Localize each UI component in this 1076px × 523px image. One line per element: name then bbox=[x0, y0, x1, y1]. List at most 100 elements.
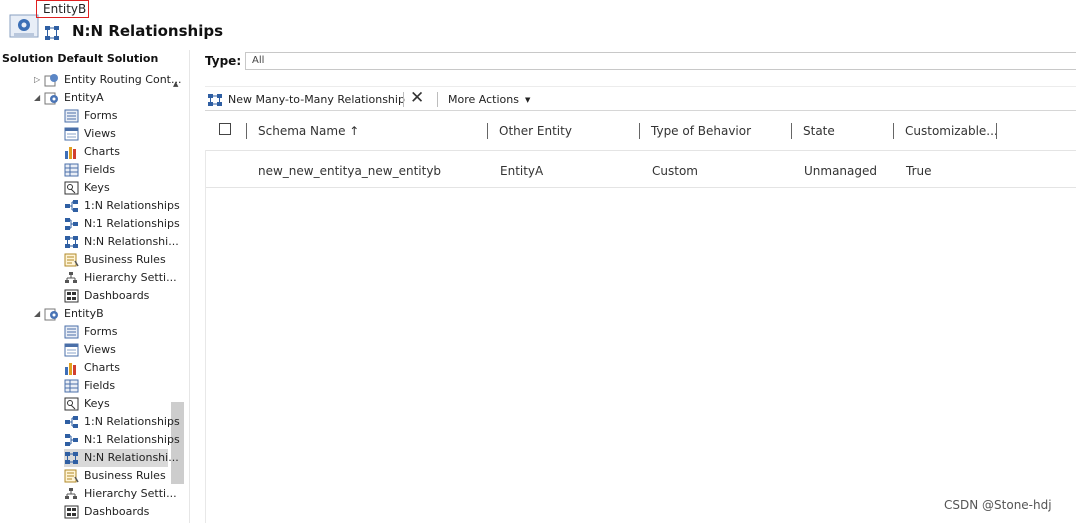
column-header-other-entity[interactable]: Other Entity bbox=[499, 124, 572, 138]
entity-routing-icon bbox=[44, 73, 59, 87]
sidebar-item-entitya[interactable]: EntityA bbox=[44, 89, 168, 107]
sidebar-item-views[interactable]: Views bbox=[64, 125, 168, 143]
more-actions-label: More Actions bbox=[448, 93, 519, 106]
sidebar-item-charts[interactable]: Charts bbox=[64, 359, 168, 377]
sidebar-item-business-rules[interactable]: Business Rules bbox=[64, 251, 168, 269]
sidebar-item-label: EntityB bbox=[64, 307, 104, 320]
business-rules-icon bbox=[64, 469, 79, 483]
delete-x-icon[interactable]: ✕ bbox=[410, 90, 426, 107]
sidebar-item-forms[interactable]: Forms bbox=[64, 323, 168, 341]
sidebar-item-fields[interactable]: Fields bbox=[64, 161, 168, 179]
hierarchy-icon bbox=[64, 487, 79, 501]
type-filter-select[interactable]: All bbox=[245, 52, 1076, 70]
more-actions-button[interactable]: More Actions ▼ bbox=[448, 91, 530, 109]
grid-top-border bbox=[205, 110, 1076, 111]
entity-icon bbox=[44, 307, 59, 321]
caret-down-icon: ▼ bbox=[524, 96, 531, 104]
sidebar-item-views[interactable]: Views bbox=[64, 341, 168, 359]
column-separator[interactable] bbox=[246, 123, 247, 139]
sidebar-item-entityb[interactable]: EntityB bbox=[44, 305, 168, 323]
cell-schema-name[interactable]: new_new_entitya_new_entityb bbox=[258, 164, 441, 178]
sidebar-item-label: Views bbox=[84, 127, 116, 140]
new-many-to-many-label: New Many-to-Many Relationship bbox=[228, 93, 405, 106]
fields-icon bbox=[64, 379, 79, 393]
views-icon bbox=[64, 343, 79, 357]
sidebar-item-1-n-relationships[interactable]: 1:N Relationships bbox=[64, 413, 180, 431]
expanded-arrow-icon[interactable]: ◢ bbox=[34, 309, 40, 318]
entity-name-tag: EntityB bbox=[36, 0, 89, 18]
sidebar-item-n-n-relationshi[interactable]: N:N Relationshi... bbox=[64, 233, 179, 251]
one-to-many-icon bbox=[64, 415, 79, 429]
sidebar-item-label: Fields bbox=[84, 163, 116, 176]
collapsed-arrow-icon[interactable]: ▷ bbox=[34, 75, 40, 84]
column-header-schema-name[interactable]: Schema Name ↑ bbox=[258, 124, 359, 138]
forms-icon bbox=[64, 109, 79, 123]
sidebar-item-keys[interactable]: Keys bbox=[64, 395, 168, 413]
sidebar-item-hierarchy-setti[interactable]: Hierarchy Setti... bbox=[64, 485, 177, 503]
column-separator[interactable] bbox=[487, 123, 488, 139]
many-to-many-icon bbox=[207, 93, 223, 107]
one-to-many-icon bbox=[64, 199, 79, 213]
sidebar-item-label: N:1 Relationships bbox=[84, 217, 180, 230]
sidebar-item-label: 1:N Relationships bbox=[84, 415, 180, 428]
sidebar-item-1-n-relationships[interactable]: 1:N Relationships bbox=[64, 197, 180, 215]
views-icon bbox=[64, 127, 79, 141]
sidebar-divider bbox=[189, 50, 190, 523]
sidebar-item-label: N:N Relationshi... bbox=[84, 451, 179, 464]
sidebar-item-dashboards[interactable]: Dashboards bbox=[64, 503, 168, 521]
sidebar-item-label: EntityA bbox=[64, 91, 104, 104]
sidebar-item-label: Fields bbox=[84, 379, 116, 392]
sidebar-item-keys[interactable]: Keys bbox=[64, 179, 168, 197]
sidebar-item-label: Forms bbox=[84, 109, 118, 122]
column-header-customizable[interactable]: Customizable... bbox=[905, 124, 998, 138]
many-to-many-icon bbox=[64, 451, 79, 465]
cell-customizable: True bbox=[906, 164, 932, 178]
column-separator[interactable] bbox=[639, 123, 640, 139]
type-filter-label: Type: bbox=[205, 54, 242, 68]
sidebar-item-charts[interactable]: Charts bbox=[64, 143, 168, 161]
sidebar-item-business-rules[interactable]: Business Rules bbox=[64, 467, 168, 485]
hierarchy-icon bbox=[64, 271, 79, 285]
sidebar-item-label: 1:N Relationships bbox=[84, 199, 180, 212]
row-border bbox=[205, 187, 1076, 188]
sidebar-item-label: Keys bbox=[84, 181, 110, 194]
solution-icon bbox=[9, 14, 39, 40]
sidebar-item-n-1-relationships[interactable]: N:1 Relationships bbox=[64, 215, 180, 233]
sidebar-item-label: Hierarchy Setti... bbox=[84, 271, 177, 284]
sidebar-item-hierarchy-setti[interactable]: Hierarchy Setti... bbox=[64, 269, 177, 287]
many-to-many-icon bbox=[64, 235, 79, 249]
sidebar-title: Solution Default Solution bbox=[2, 52, 159, 65]
sidebar-item-label: Business Rules bbox=[84, 469, 166, 482]
sidebar-item-dashboards[interactable]: Dashboards bbox=[64, 287, 168, 305]
sidebar-item-label: Entity Routing Cont... bbox=[64, 73, 182, 86]
toolbar-separator bbox=[403, 92, 404, 107]
sidebar-item-forms[interactable]: Forms bbox=[64, 107, 168, 125]
select-all-checkbox[interactable] bbox=[219, 123, 231, 135]
sidebar-item-label: Hierarchy Setti... bbox=[84, 487, 177, 500]
column-separator[interactable] bbox=[791, 123, 792, 139]
grid-header-border bbox=[205, 150, 1076, 151]
watermark: CSDN @Stone-hdj bbox=[944, 498, 1052, 512]
charts-icon bbox=[64, 361, 79, 375]
sidebar-item-n-1-relationships[interactable]: N:1 Relationships bbox=[64, 431, 180, 449]
page-title: N:N Relationships bbox=[72, 22, 224, 40]
sidebar-item-fields[interactable]: Fields bbox=[64, 377, 168, 395]
sidebar-item-entity-routing-cont[interactable]: Entity Routing Cont... bbox=[44, 71, 181, 89]
column-separator[interactable] bbox=[893, 123, 894, 139]
sidebar-item-label: Dashboards bbox=[84, 505, 150, 518]
many-to-one-icon bbox=[64, 217, 79, 231]
column-separator[interactable] bbox=[996, 123, 997, 139]
sidebar-item-label: Views bbox=[84, 343, 116, 356]
sidebar-item-label: N:1 Relationships bbox=[84, 433, 180, 446]
column-header-type-of-behavior[interactable]: Type of Behavior bbox=[651, 124, 751, 138]
column-header-state[interactable]: State bbox=[803, 124, 835, 138]
sidebar-item-n-n-relationshi[interactable]: N:N Relationshi... bbox=[64, 449, 179, 467]
expanded-arrow-icon[interactable]: ◢ bbox=[34, 93, 40, 102]
dashboards-icon bbox=[64, 289, 79, 303]
sidebar-item-label: N:N Relationshi... bbox=[84, 235, 179, 248]
toolbar-separator bbox=[437, 92, 438, 107]
entity-icon bbox=[44, 91, 59, 105]
cell-state: Unmanaged bbox=[804, 164, 878, 178]
dashboards-icon bbox=[64, 505, 79, 519]
many-to-many-icon bbox=[44, 25, 60, 41]
